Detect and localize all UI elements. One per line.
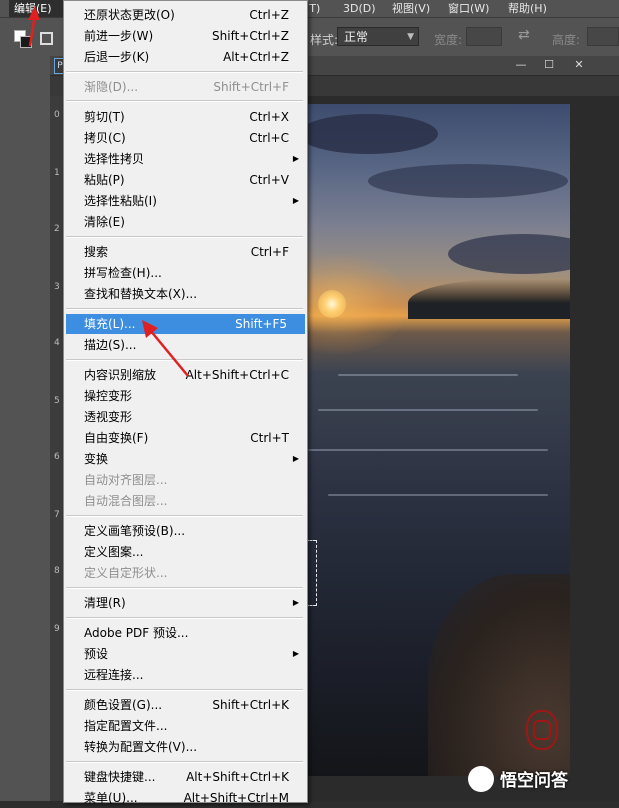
- arrow-to-edit-menu: [28, 6, 40, 47]
- annotation-arrows: [28, 6, 189, 377]
- arrow-to-fill-item: [142, 320, 189, 377]
